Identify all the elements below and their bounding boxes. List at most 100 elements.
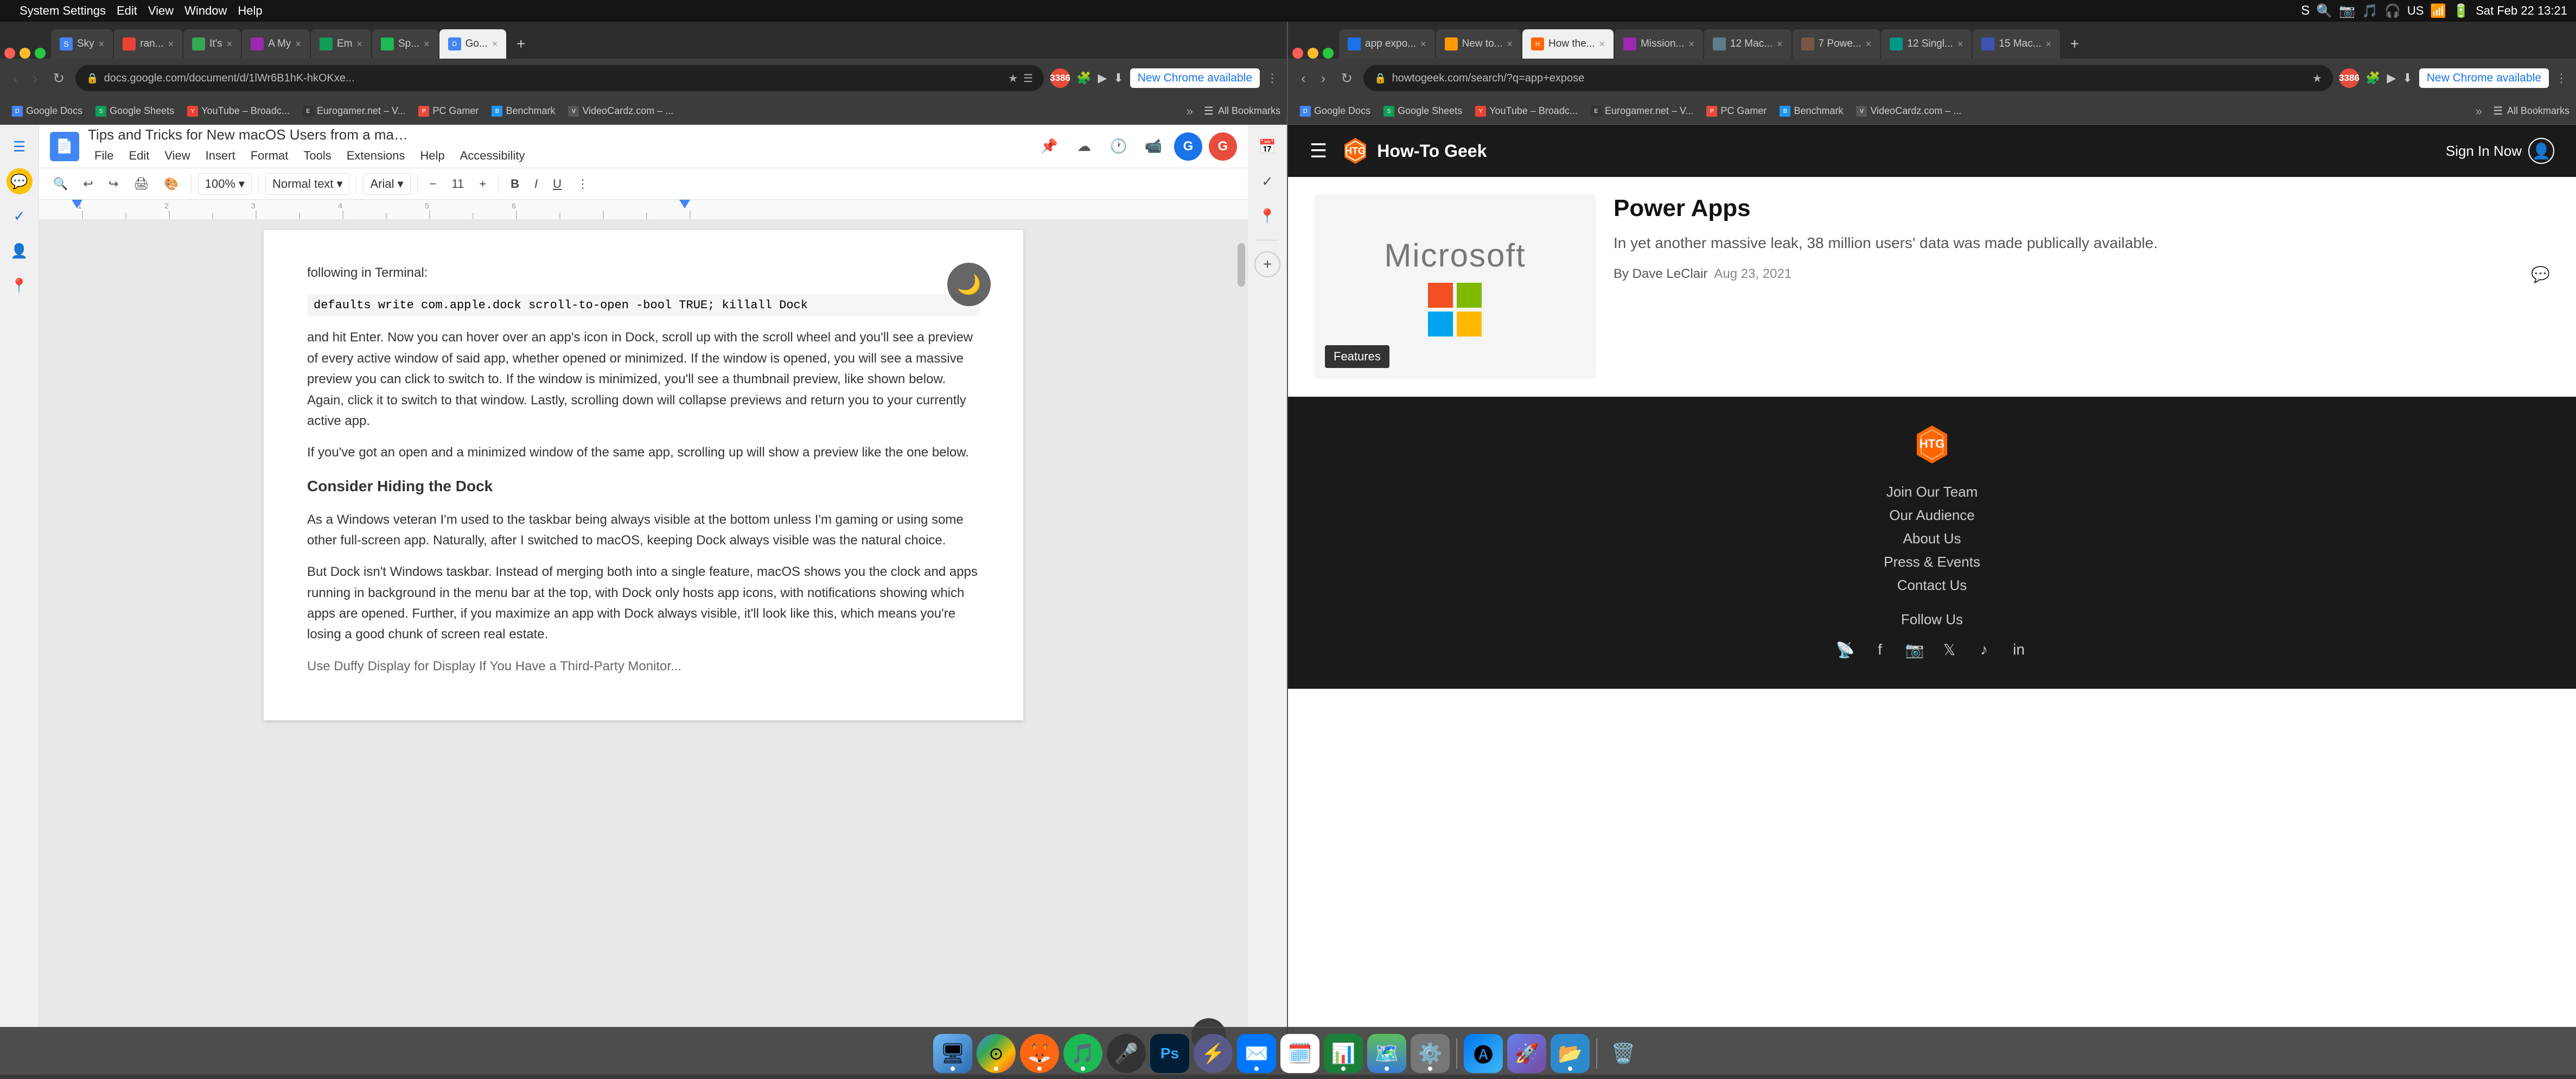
- sidebar-tasks-icon[interactable]: ✓: [1254, 168, 1280, 194]
- bm-right-eurogamer[interactable]: E Eurogamer.net – V...: [1585, 103, 1699, 119]
- font-size-value[interactable]: 11: [446, 174, 469, 194]
- tab-close-sp[interactable]: ×: [424, 39, 430, 50]
- bookmarks-more-right[interactable]: »: [2471, 102, 2486, 120]
- close-button-right[interactable]: [1292, 48, 1303, 59]
- footer-link-audience[interactable]: Our Audience: [1889, 507, 1975, 524]
- bm-right-pcgamer[interactable]: P PC Gamer: [1701, 103, 1772, 119]
- wifi-icon[interactable]: 📶: [2430, 3, 2446, 19]
- htg-sign-in-button[interactable]: Sign In Now 👤: [2446, 138, 2554, 164]
- search-icon[interactable]: 🔍: [2316, 3, 2332, 19]
- underline-btn[interactable]: U: [547, 174, 567, 194]
- menu-accessibility[interactable]: Accessibility: [454, 145, 532, 166]
- menu-insert[interactable]: Insert: [199, 145, 242, 166]
- sidebar-person-icon[interactable]: 👤: [7, 238, 33, 264]
- bookmark-docs[interactable]: D Google Docs: [7, 103, 88, 119]
- menu-tools[interactable]: Tools: [297, 145, 337, 166]
- htg-features-badge[interactable]: Features: [1325, 345, 1389, 368]
- dock-finder2[interactable]: 📂: [1551, 1034, 1590, 1073]
- font-size-decrease[interactable]: −: [424, 174, 442, 194]
- dock-trash[interactable]: 🗑️: [1604, 1034, 1643, 1073]
- docs-history-icon[interactable]: 🕐: [1105, 132, 1133, 161]
- reader-mode-left[interactable]: ☰: [1023, 72, 1033, 85]
- menu-window[interactable]: Window: [184, 4, 227, 18]
- htg-instagram-icon[interactable]: 📷: [1902, 637, 1928, 663]
- htg-user-icon[interactable]: 👤: [2528, 138, 2554, 164]
- htg-linkedin-icon[interactable]: in: [2006, 637, 2032, 663]
- bold-btn[interactable]: B: [505, 174, 525, 194]
- tab-close-its[interactable]: ×: [227, 39, 233, 50]
- bm-right-docs[interactable]: D Google Docs: [1295, 103, 1376, 119]
- new-chrome-banner-right[interactable]: New Chrome available: [2419, 68, 2549, 88]
- htg-rss-icon[interactable]: 📡: [1832, 637, 1858, 663]
- menu-edit[interactable]: Edit: [122, 145, 156, 166]
- tab-mission[interactable]: Mission... ×: [1615, 29, 1703, 59]
- htg-menu-button[interactable]: ☰: [1310, 139, 1327, 162]
- tab-my[interactable]: A My ×: [242, 29, 310, 59]
- tab-15mac[interactable]: 15 Mac... ×: [1973, 29, 2060, 59]
- font-size-increase[interactable]: +: [474, 174, 492, 194]
- address-field-right[interactable]: 🔒 howtogeek.com/search/?q=app+expose ★: [1363, 65, 2333, 91]
- reload-button-left[interactable]: ↻: [48, 68, 69, 89]
- scrollbar-thumb[interactable]: [1238, 243, 1245, 287]
- dock-lrc[interactable]: 🎤: [1107, 1034, 1146, 1073]
- sidebar-check-icon[interactable]: ✓: [7, 203, 33, 229]
- tab-close-ran[interactable]: ×: [168, 39, 174, 50]
- zoom-dropdown[interactable]: 100% ▾: [198, 173, 252, 195]
- bm-right-youtube[interactable]: Y YouTube – Broadc...: [1470, 103, 1583, 119]
- more-menu-left[interactable]: ⋮: [1266, 71, 1278, 85]
- extensions-icon-left[interactable]: 🧩: [1076, 71, 1091, 85]
- more-options-btn[interactable]: ⋮: [571, 174, 594, 194]
- toolbar-print[interactable]: 🖨: [128, 174, 154, 194]
- dock-mail[interactable]: ✉️: [1237, 1034, 1276, 1073]
- youtube-icon-right[interactable]: ▶: [2387, 71, 2396, 85]
- download-icon-left[interactable]: ⬇: [1113, 71, 1123, 85]
- tab-close-15mac[interactable]: ×: [2045, 39, 2051, 50]
- bookmarks-more-left[interactable]: »: [1182, 102, 1197, 120]
- extensions-icon-right[interactable]: 🧩: [2365, 71, 2380, 85]
- dock-chrome[interactable]: ⊙: [977, 1034, 1016, 1073]
- menu-help[interactable]: Help: [413, 145, 451, 166]
- dock-launchpad[interactable]: 🚀: [1507, 1034, 1546, 1073]
- tab-google-docs[interactable]: D Go... ×: [439, 29, 507, 59]
- htg-article-title[interactable]: Power Apps: [1614, 194, 2550, 223]
- footer-link-about[interactable]: About Us: [1903, 530, 1961, 547]
- tab-close-12singl[interactable]: ×: [1957, 39, 1963, 50]
- tab-how-the[interactable]: H How the... ×: [1522, 29, 1614, 59]
- tab-12mac[interactable]: 12 Mac... ×: [1704, 29, 1791, 59]
- tab-close-docs[interactable]: ×: [492, 39, 498, 50]
- tab-close-7power[interactable]: ×: [1866, 39, 1872, 50]
- bm-right-videocardz[interactable]: V VideoCardz.com – ...: [1851, 103, 1967, 119]
- menu-extensions[interactable]: Extensions: [340, 145, 412, 166]
- sidebar-chat-icon[interactable]: 💬: [7, 168, 33, 194]
- tab-its[interactable]: It's ×: [183, 29, 241, 59]
- tab-close-em[interactable]: ×: [356, 39, 362, 50]
- htg-logo[interactable]: HTG How-To Geek: [1340, 136, 1487, 166]
- bookmark-eurogamer[interactable]: E Eurogamer.net – V...: [297, 103, 411, 119]
- maximize-button[interactable]: [35, 48, 46, 59]
- tab-close-app-expo[interactable]: ×: [1420, 39, 1426, 50]
- bookmark-youtube[interactable]: Y YouTube – Broadc...: [182, 103, 295, 119]
- bookmark-star-left[interactable]: ★: [1008, 72, 1018, 85]
- toolbar-redo[interactable]: ↪: [103, 174, 124, 194]
- bookmark-benchmark[interactable]: B Benchmark: [486, 103, 560, 119]
- bm-right-sheets[interactable]: S Google Sheets: [1378, 103, 1468, 119]
- tab-sky[interactable]: S Sky ×: [51, 29, 113, 59]
- htg-twitter-icon[interactable]: 𝕏: [1936, 637, 1962, 663]
- camera-icon[interactable]: 📷: [2339, 3, 2355, 19]
- docs-user-avatar[interactable]: G: [1209, 132, 1237, 161]
- tab-close-mission[interactable]: ×: [1688, 39, 1694, 50]
- all-bookmarks-icon[interactable]: ☰: [1204, 104, 1214, 118]
- dock-finder[interactable]: 🖥: [933, 1034, 972, 1073]
- tab-12singl[interactable]: 12 Singl... ×: [1881, 29, 1972, 59]
- dock-maps[interactable]: 🗺️: [1367, 1034, 1406, 1073]
- tab-close-sky[interactable]: ×: [99, 39, 105, 50]
- menu-format[interactable]: Format: [244, 145, 295, 166]
- new-tab-button-right[interactable]: +: [2061, 29, 2088, 59]
- dock-settings[interactable]: ⚙️: [1411, 1034, 1450, 1073]
- tab-ran[interactable]: ran... ×: [114, 29, 182, 59]
- toolbar-search[interactable]: 🔍: [48, 174, 73, 194]
- sidebar-map-pin-icon[interactable]: 📍: [1254, 203, 1280, 229]
- tab-sp[interactable]: Sp... ×: [372, 29, 438, 59]
- tab-close-my[interactable]: ×: [295, 39, 301, 50]
- more-menu-right[interactable]: ⋮: [2555, 71, 2567, 85]
